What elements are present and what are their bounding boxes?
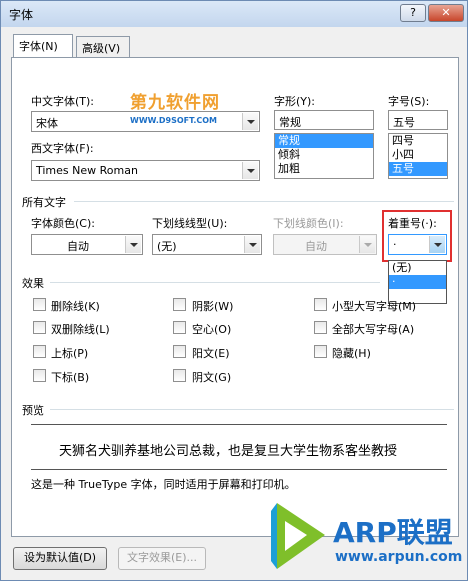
preview-box: 天狮名犬驯养基地公司总裁，也是复旦大学生物系客坐教授 [31, 424, 447, 470]
emphasis-mark-combo[interactable]: · [388, 234, 447, 255]
strikethrough-checkbox[interactable] [33, 298, 46, 311]
chevron-down-icon[interactable] [429, 236, 445, 253]
window-title: 字体 [9, 8, 34, 22]
double-strikethrough-checkbox[interactable] [33, 321, 46, 334]
arp-watermark: ARP联盟 www.arpun.com [263, 497, 467, 579]
list-item[interactable]: 常规 [275, 134, 373, 148]
chevron-down-icon[interactable] [242, 113, 258, 130]
underline-color-value: 自动 [305, 240, 327, 253]
chevron-down-icon[interactable] [125, 236, 141, 253]
underline-style-combo[interactable]: (无) [152, 234, 262, 255]
tab-advanced[interactable]: 高级(V) [76, 36, 130, 57]
chevron-down-icon[interactable] [242, 162, 258, 179]
emboss-label: 阳文(E) [192, 347, 230, 360]
outline-checkbox[interactable] [173, 321, 186, 334]
set-default-button[interactable]: 设为默认值(D) [13, 547, 107, 570]
preview-sample-text: 天狮名犬驯养基地公司总裁，也是复旦大学生物系客坐教授 [59, 444, 398, 459]
arp-watermark-text: ARP联盟 [333, 516, 453, 549]
small-caps-label: 小型大写字母(M) [332, 300, 417, 313]
preview-heading: 预览 [22, 404, 44, 417]
engrave-label: 阴文(G) [192, 371, 232, 384]
underline-style-label: 下划线线型(U): [152, 217, 228, 230]
underline-style-value: (无) [157, 240, 177, 253]
font-size-label: 字号(S): [388, 95, 430, 108]
emphasis-mark-label: 着重号(·): [388, 217, 437, 230]
chevron-down-icon [359, 236, 375, 253]
all-caps-label: 全部大写字母(A) [332, 323, 415, 336]
subscript-checkbox[interactable] [33, 369, 46, 382]
list-item[interactable]: · [389, 275, 446, 289]
small-caps-checkbox[interactable] [314, 298, 327, 311]
chinese-font-value: 宋体 [36, 117, 58, 130]
chevron-down-icon[interactable] [244, 236, 260, 253]
superscript-label: 上标(P) [51, 347, 89, 360]
shadow-label: 阴影(W) [192, 300, 234, 313]
divider [74, 201, 454, 202]
font-style-list[interactable]: 常规 倾斜 加粗 [274, 133, 374, 179]
font-color-label: 字体颜色(C): [31, 217, 95, 230]
font-color-combo[interactable]: 自动 [31, 234, 143, 255]
help-button[interactable]: ? [400, 4, 426, 22]
font-style-input[interactable]: 常规 [274, 110, 374, 130]
font-style-value: 常规 [279, 116, 301, 129]
text-effects-button: 文字效果(E)... [118, 547, 206, 570]
list-item[interactable]: 五号 [389, 162, 447, 176]
font-dialog: 字体 ? ✕ 字体(N) 高级(V) 中文字体(T): 宋体 第九软件网 WWW… [0, 0, 468, 581]
western-font-combo[interactable]: Times New Roman [31, 160, 260, 181]
shadow-checkbox[interactable] [173, 298, 186, 311]
list-item[interactable]: 四号 [389, 134, 447, 148]
list-item[interactable]: 加粗 [275, 162, 373, 176]
font-size-list[interactable]: 四号 小四 五号 [388, 133, 448, 179]
double-strikethrough-label: 双删除线(L) [51, 323, 110, 336]
engrave-checkbox[interactable] [173, 369, 186, 382]
list-item[interactable]: 倾斜 [275, 148, 373, 162]
outline-label: 空心(O) [192, 323, 232, 336]
emboss-checkbox[interactable] [173, 345, 186, 358]
effects-heading: 效果 [22, 277, 44, 290]
western-font-label: 西文字体(F): [31, 142, 94, 155]
truetype-note: 这是一种 TrueType 字体，同时适用于屏幕和打印机。 [31, 478, 296, 491]
underline-color-label: 下划线颜色(I): [273, 217, 344, 230]
strikethrough-label: 删除线(K) [51, 300, 100, 313]
subscript-label: 下标(B) [51, 371, 90, 384]
watermark-logo: 第九软件网 WWW.D9SOFT.COM [130, 88, 220, 126]
divider [50, 409, 454, 410]
font-style-label: 字形(Y): [274, 95, 316, 108]
arp-watermark-url: www.arpun.com [335, 549, 463, 565]
list-item[interactable]: (无) [389, 261, 446, 275]
all-caps-checkbox[interactable] [314, 321, 327, 334]
play-logo-icon [271, 503, 325, 569]
western-font-value: Times New Roman [36, 164, 138, 177]
all-text-heading: 所有文字 [22, 196, 66, 209]
chinese-font-label: 中文字体(T): [31, 95, 95, 108]
list-item[interactable]: 小四 [389, 148, 447, 162]
divider [50, 282, 380, 283]
title-bar: 字体 ? ✕ [1, 1, 467, 27]
hidden-checkbox[interactable] [314, 345, 327, 358]
emphasis-mark-value: · [393, 238, 397, 251]
font-size-value: 五号 [393, 116, 415, 129]
watermark-text: 第九软件网 [130, 93, 220, 113]
tab-font[interactable]: 字体(N) [13, 34, 73, 58]
hidden-label: 隐藏(H) [332, 347, 371, 360]
watermark-url: WWW.D9SOFT.COM [130, 116, 218, 125]
underline-color-combo: 自动 [273, 234, 377, 255]
font-size-input[interactable]: 五号 [388, 110, 448, 130]
font-color-value: 自动 [67, 240, 89, 253]
close-button[interactable]: ✕ [428, 4, 464, 22]
superscript-checkbox[interactable] [33, 345, 46, 358]
